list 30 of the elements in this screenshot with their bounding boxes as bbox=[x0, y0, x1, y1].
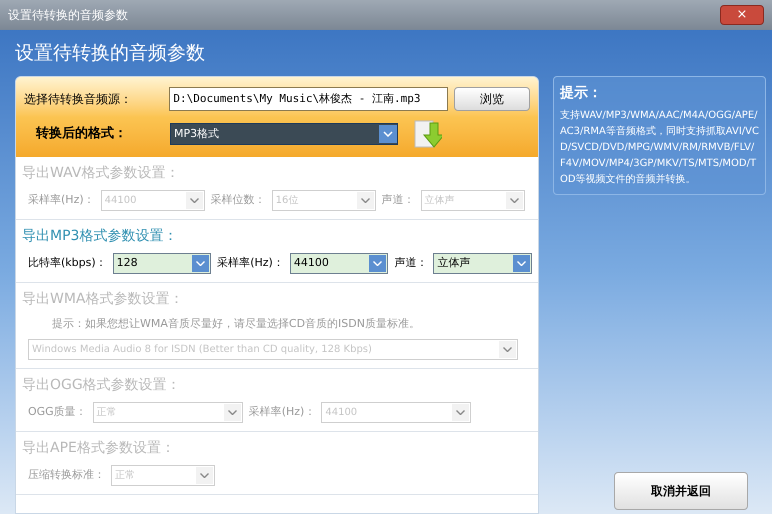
format-label: 转换后的格式： bbox=[34, 124, 128, 144]
dropdown[interactable]: 44100 bbox=[290, 253, 388, 274]
close-button[interactable]: × bbox=[720, 4, 764, 24]
field-label: 采样率(Hz)： bbox=[28, 192, 95, 208]
format-dropdown[interactable]: MP3格式 bbox=[170, 123, 398, 145]
section-title: 导出APE格式参数设置： bbox=[22, 438, 176, 458]
field-label: 采样位数： bbox=[210, 192, 266, 208]
tip-text: 支持WAV/MP3/WMA/AAC/M4A/OGG/APE/AC3/RMA等音频格式，同时支持抓取AVI/VCD/SVCD/DVD/MPG/WMV/RM/RMVB/FLV/F4V/MOV/MP4/3GP/MKV/TS/MTS/MOD/TOD等视频文件的音频并转换。 bbox=[560, 108, 759, 187]
field-label: 比特率(kbps)： bbox=[28, 255, 107, 272]
section-title: 导出MP3格式参数设置： bbox=[22, 227, 178, 246]
header-title: 设置待转换的音频参数 bbox=[15, 40, 205, 66]
source-path-field[interactable]: D:\Documents\My Music\林俊杰 - 江南.mp3 bbox=[169, 87, 448, 111]
download-arrow-icon[interactable] bbox=[414, 119, 442, 149]
source-label: 选择待转换音频源： bbox=[24, 91, 133, 108]
section-hint: 提示：如果您想让WMA音质尽量好，请尽量选择CD音质的ISDN质量标准。 bbox=[51, 316, 421, 332]
field-label: OGG质量： bbox=[28, 404, 87, 420]
cancel-button[interactable]: 取消并返回 bbox=[614, 472, 748, 510]
field-label: 声道： bbox=[382, 192, 415, 208]
field-label: 采样率(Hz)： bbox=[248, 404, 316, 420]
field-label: 声道： bbox=[394, 255, 428, 272]
dropdown[interactable]: 立体声 bbox=[433, 253, 532, 274]
field-label: 压缩转换标准： bbox=[28, 466, 105, 483]
section-title: 导出WAV格式参数设置： bbox=[22, 164, 180, 183]
window-title: 设置待转换的音频参数 bbox=[8, 6, 128, 24]
tip-title: 提示： bbox=[560, 84, 603, 103]
section-title: 导出OGG格式参数设置： bbox=[22, 376, 182, 394]
browse-button[interactable]: 浏览 bbox=[454, 87, 530, 111]
field-label: 采样率(Hz)： bbox=[217, 255, 284, 272]
section-title: 导出WMA格式参数设置： bbox=[22, 290, 184, 309]
dropdown[interactable]: 128 bbox=[112, 253, 212, 274]
